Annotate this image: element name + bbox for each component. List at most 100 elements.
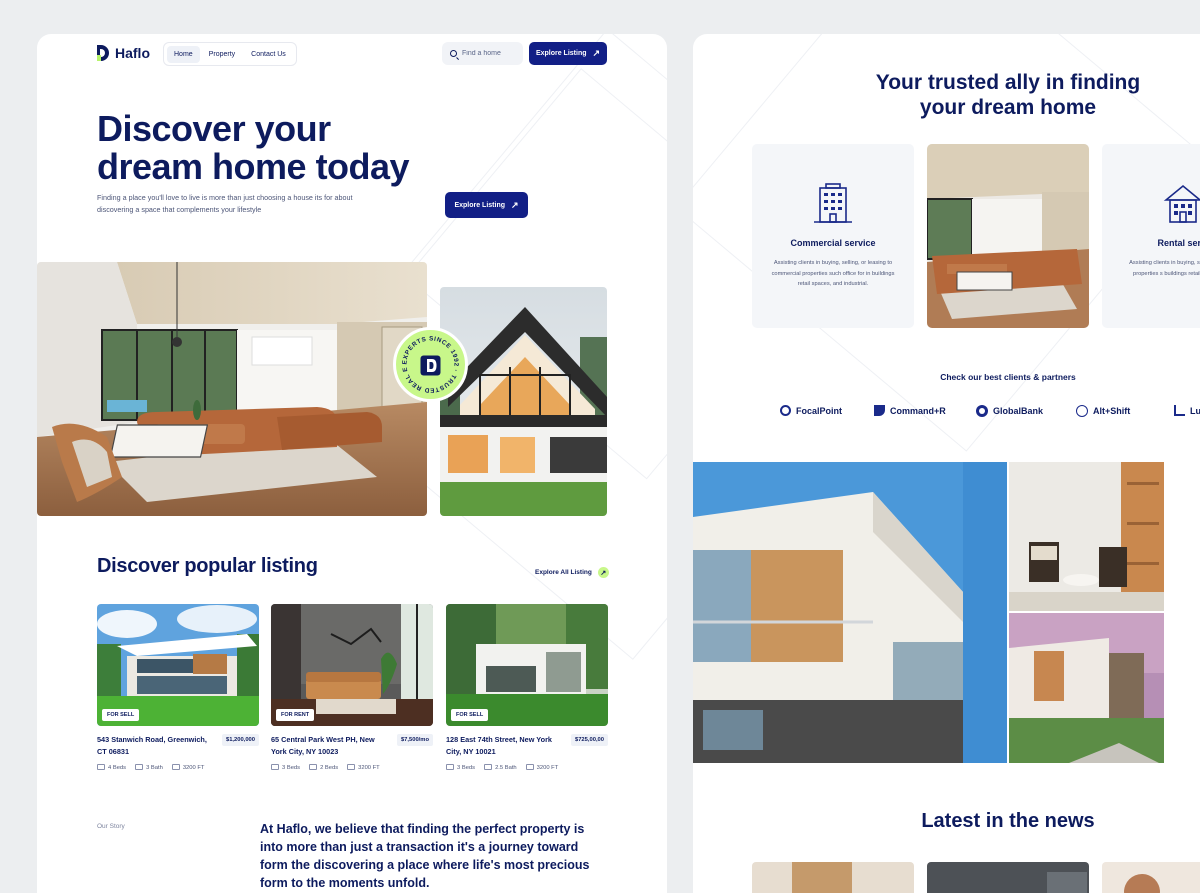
experts-badge: EXPERTS SINCE 1992 · TRUSTED REAL ESTATE… [393,327,468,402]
news-thumb[interactable] [1102,862,1200,893]
hero-interior-image [37,262,427,516]
listing-card[interactable]: FOR SELL 128 East 74th Street, New York … [446,604,608,771]
client-logo-globalbank: GlobalBank [976,405,1043,417]
bed-icon [97,764,105,770]
client-logo-commandr: Command+R [874,405,946,416]
hero-title: Discover your dream home today [97,108,410,187]
architecture-image-villa [1009,613,1164,763]
listing-address: 65 Central Park West PH, New York City, … [271,735,375,756]
bath-info: 2.5 Bath [484,764,517,771]
listing-photo: FOR RENT [271,604,433,726]
listing-card[interactable]: FOR RENT 65 Central Park West PH, New Yo… [271,604,433,771]
popular-listing-title: Discover popular listing [97,555,318,577]
client-name: GlobalBank [993,406,1044,416]
hero-title-line2: dream home today [97,146,410,187]
about-page-preview: Your trusted ally in finding your dream … [693,34,1200,893]
arrow-up-right-icon: ↗ [597,567,609,578]
service-desc: Assisting clients in buying, selling, or… [771,260,895,287]
area-icon [347,764,356,770]
clients-title: Check our best clients & partners [940,372,1076,382]
story-text: At Haflo, we believe that finding the pe… [260,822,590,890]
nav-contact-us[interactable]: Contact Us [244,46,293,63]
beds-count: 4 Beds [108,765,127,771]
bath-icon [135,764,144,770]
listing-address: 543 Stanwich Road, Greenwich, CT 06831 [97,735,207,756]
commandr-icon [874,405,885,416]
bath-info: 2 Beds [309,764,338,771]
client-name: Alt+Shift [1093,406,1131,416]
area-info: 3200 FT [525,764,559,771]
explore-all-listing-link[interactable]: Explore All Listing ↗ [535,567,609,578]
hero-house-image [440,287,607,516]
ally-title-line2: your dream home [919,96,1097,119]
logo-icon [97,45,109,61]
altshift-icon [1076,405,1088,417]
ally-title-line1: Your trusted ally in finding [875,71,1141,94]
lu-icon [1174,405,1185,416]
header-explore-button[interactable]: Explore Listing ↗ [529,42,607,65]
listing-address: 128 East 74th Street, New York City, NY … [446,735,552,756]
nav-home[interactable]: Home [167,45,200,63]
listing-price: $1,200,000 [221,734,259,746]
service-card-commercial[interactable]: Commercial service Assisting clients in … [752,144,914,328]
brand-logo[interactable]: Haflo [97,45,150,61]
bed-icon [446,764,454,770]
hero-explore-button[interactable]: Explore Listing ↗ [445,192,528,218]
beds-count: 3 Beds [282,765,301,771]
beds-info: 4 Beds [97,764,126,771]
service-desc: Assisting clients in buying, s to commer… [1129,260,1200,277]
listing-meta: 3 Beds 2.5 Bath 3200 FT [446,764,558,771]
listing-tag: FOR SELL [451,709,489,721]
service-title: Rental servi [1157,238,1200,248]
hero-title-line1: Discover your [97,108,331,149]
service-card-rental[interactable]: Rental servi Assisting clients in buying… [1102,144,1200,328]
explore-all-label: Explore All Listing [535,569,592,576]
bath-icon [484,764,493,770]
globalbank-icon [976,405,988,417]
listing-meta: 3 Beds 2 Beds 3200 FT [271,764,380,771]
hero-subtitle: Finding a place you'll love to live is m… [97,193,353,214]
main-nav: Home Property Contact Us [163,42,297,66]
building-icon [814,183,852,223]
news-thumb[interactable] [752,862,914,893]
arrow-up-right-icon: ↗ [511,199,519,210]
listing-price: $725,00,00 [570,734,608,746]
listing-price: $7,500/mo [396,734,433,746]
search-input[interactable] [462,50,517,57]
listing-photo: FOR SELL [446,604,608,726]
arrow-up-right-icon: ↗ [592,48,601,58]
story-label: Our Story [97,823,125,830]
area-size: 3200 FT [182,765,205,771]
search-box[interactable] [442,42,523,65]
listing-card[interactable]: FOR SELL 543 Stanwich Road, Greenwich, C… [97,604,259,771]
bath-count: 2 Beds [320,765,339,771]
client-name: FocalPoint [796,405,843,416]
search-icon [450,50,457,57]
area-icon [171,764,180,770]
bath-count: 3 Bath [146,765,163,771]
house-icon [1163,184,1200,223]
architecture-image-chairs [1009,462,1164,611]
area-size: 3200 FT [358,765,380,771]
focalpoint-icon [780,405,791,416]
header-explore-label: Explore Listing [535,50,587,57]
news-thumb[interactable] [927,862,1089,893]
client-logo-altshift: Alt+Shift [1076,405,1130,417]
homepage-preview: Haflo Home Property Contact Us Explore L… [37,34,667,893]
nav-property[interactable]: Property [202,46,242,63]
client-logo-lu: Lu [1174,405,1200,416]
area-info: 3200 FT [171,764,205,771]
service-interior-image [927,144,1089,328]
area-size: 3200 FT [536,765,559,771]
bed-icon [271,764,279,770]
client-logo-focalpoint: FocalPoint [780,405,842,416]
architecture-image-large [693,462,1007,763]
hero-explore-label: Explore Listing [454,201,505,209]
listing-photo: FOR SELL [97,604,259,726]
area-info: 3200 FT [347,764,380,771]
ally-title: Your trusted ally in finding your dream … [843,70,1173,120]
bath-icon [309,764,318,770]
beds-info: 3 Beds [446,764,475,771]
listing-tag: FOR SELL [102,709,140,721]
client-name: Command+R [890,405,946,416]
